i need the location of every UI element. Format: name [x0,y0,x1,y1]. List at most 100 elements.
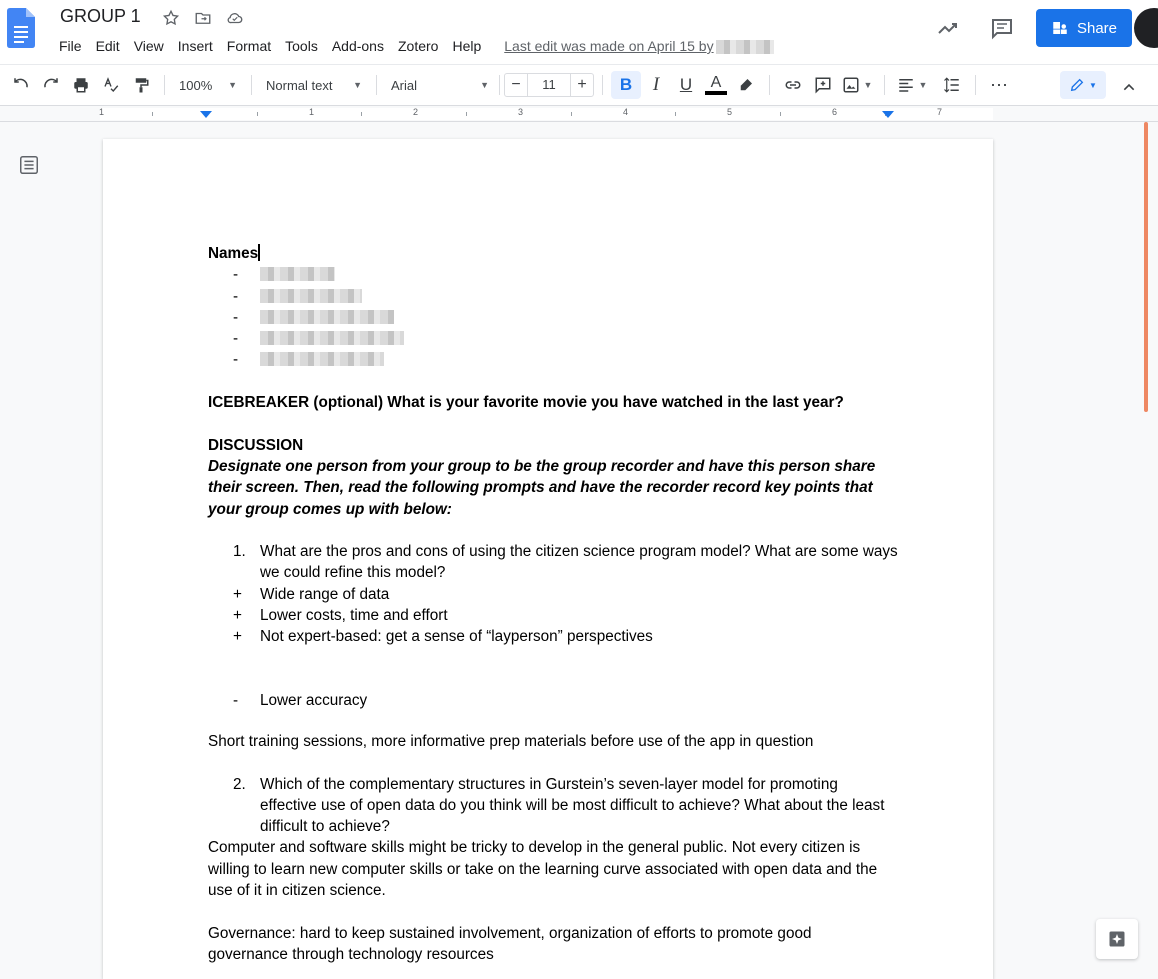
menu-tools[interactable]: Tools [278,38,325,54]
list-marker: - [208,349,260,370]
names-heading-text: Names [208,245,258,262]
redacted-name [260,310,394,324]
editing-mode-button[interactable]: ▼ [1060,71,1106,99]
docs-logo-icon[interactable] [7,8,35,48]
ruler-label: 4 [623,107,628,117]
activity-dashboard-icon[interactable] [928,8,968,48]
print-icon[interactable] [66,71,96,99]
question-item: 1.What are the pros and cons of using th… [208,541,898,584]
names-heading: Names [208,243,898,264]
undo-icon[interactable] [6,71,36,99]
paint-format-icon[interactable] [126,71,156,99]
list-marker: - [208,264,260,285]
toolbar-divider [499,75,500,95]
pro-list-item: +Lower costs, time and effort [208,605,898,626]
spellcheck-icon[interactable] [96,71,126,99]
question-number: 1. [208,541,260,584]
ruler-label: 6 [832,107,837,117]
ruler-tick [780,112,781,116]
font-select[interactable]: Arial▼ [385,71,495,99]
redacted-name [260,289,362,303]
toolbar-divider [769,75,770,95]
toolbar-divider [376,75,377,95]
explore-button[interactable] [1096,919,1138,959]
insert-image-icon[interactable]: ▼ [838,71,876,99]
document-body[interactable]: Names - - - - - ICEBREAKER (optional) Wh… [208,243,898,965]
name-list-item: - [208,349,898,370]
lock-people-icon [1051,19,1069,37]
discussion-instructions: Designate one person from your group to … [208,456,898,520]
ruler-tick [152,112,153,116]
toolbar-divider [251,75,252,95]
ruler[interactable]: 1 1 2 3 4 5 6 7 [0,106,1158,122]
underline-button[interactable]: U [671,71,701,99]
redacted-name [260,352,384,366]
text-cursor [258,244,260,261]
document-page[interactable]: Names - - - - - ICEBREAKER (optional) Wh… [103,139,993,979]
document-title[interactable]: GROUP 1 [60,6,141,27]
redacted-name [260,331,404,345]
toolbar-divider [602,75,603,95]
ruler-label: 3 [518,107,523,117]
decrease-font-size-button[interactable]: − [505,76,527,94]
toolbar-divider [164,75,165,95]
menu-bar: File Edit View Insert Format Tools Add-o… [52,38,774,54]
explore-star-icon [1107,929,1127,949]
italic-button[interactable]: I [641,71,671,99]
answer-paragraph: Computer and software skills might be tr… [208,837,898,901]
name-list-item: - [208,264,898,285]
refinement-note: Short training sessions, more informativ… [208,731,898,752]
chevron-down-icon: ▼ [228,80,237,90]
menu-edit[interactable]: Edit [89,38,127,54]
zoom-select[interactable]: 100%▼ [173,71,243,99]
last-edit-link[interactable]: Last edit was made on April 15 by [504,38,773,54]
menu-file[interactable]: File [52,38,89,54]
increase-font-size-button[interactable]: + [571,76,593,94]
title-bar: GROUP 1 File Edit View Insert Format Too… [0,0,1158,64]
line-spacing-icon[interactable] [937,71,967,99]
font-size-input[interactable]: 11 [527,73,571,97]
text-color-button[interactable]: A [701,71,731,99]
menu-view[interactable]: View [127,38,171,54]
question-number: 2. [208,774,260,838]
move-folder-icon[interactable] [192,7,214,29]
icebreaker-prompt: ICEBREAKER (optional) What is your favor… [208,392,898,413]
ruler-label: 1 [99,107,104,117]
share-button[interactable]: Share [1036,9,1132,47]
text-color-letter: A [711,75,722,91]
chevron-down-icon: ▼ [1089,81,1097,90]
ruler-tick [361,112,362,116]
vertical-scrollbar-thumb[interactable] [1144,122,1148,412]
ruler-label: 1 [309,107,314,117]
discussion-heading: DISCUSSION [208,435,898,456]
ruler-tick [675,112,676,116]
cloud-status-icon[interactable] [224,7,246,29]
left-indent-marker[interactable] [200,111,212,118]
collapse-menus-icon[interactable] [1114,73,1144,101]
question-text: What are the pros and cons of using the … [260,541,898,584]
star-icon[interactable] [160,7,182,29]
right-indent-marker[interactable] [882,111,894,118]
menu-zotero[interactable]: Zotero [391,38,445,54]
account-avatar[interactable] [1134,8,1158,48]
redo-icon[interactable] [36,71,66,99]
bold-button[interactable]: B [611,71,641,99]
menu-addons[interactable]: Add-ons [325,38,391,54]
comment-history-icon[interactable] [982,8,1022,48]
add-comment-icon[interactable] [808,71,838,99]
more-options-button[interactable]: ⋯ [984,71,1014,99]
pencil-icon [1069,77,1085,93]
menu-insert[interactable]: Insert [171,38,220,54]
ruler-track [100,108,993,120]
chevron-down-icon: ▼ [480,80,489,90]
menu-format[interactable]: Format [220,38,278,54]
align-left-icon[interactable]: ▼ [893,71,931,99]
toolbar-divider [975,75,976,95]
name-list-item: - [208,307,898,328]
menu-help[interactable]: Help [445,38,488,54]
link-icon[interactable] [778,71,808,99]
style-select[interactable]: Normal text▼ [260,71,368,99]
document-outline-icon[interactable] [18,154,40,181]
highlight-pen-icon[interactable] [731,71,761,99]
list-marker: - [208,328,260,349]
